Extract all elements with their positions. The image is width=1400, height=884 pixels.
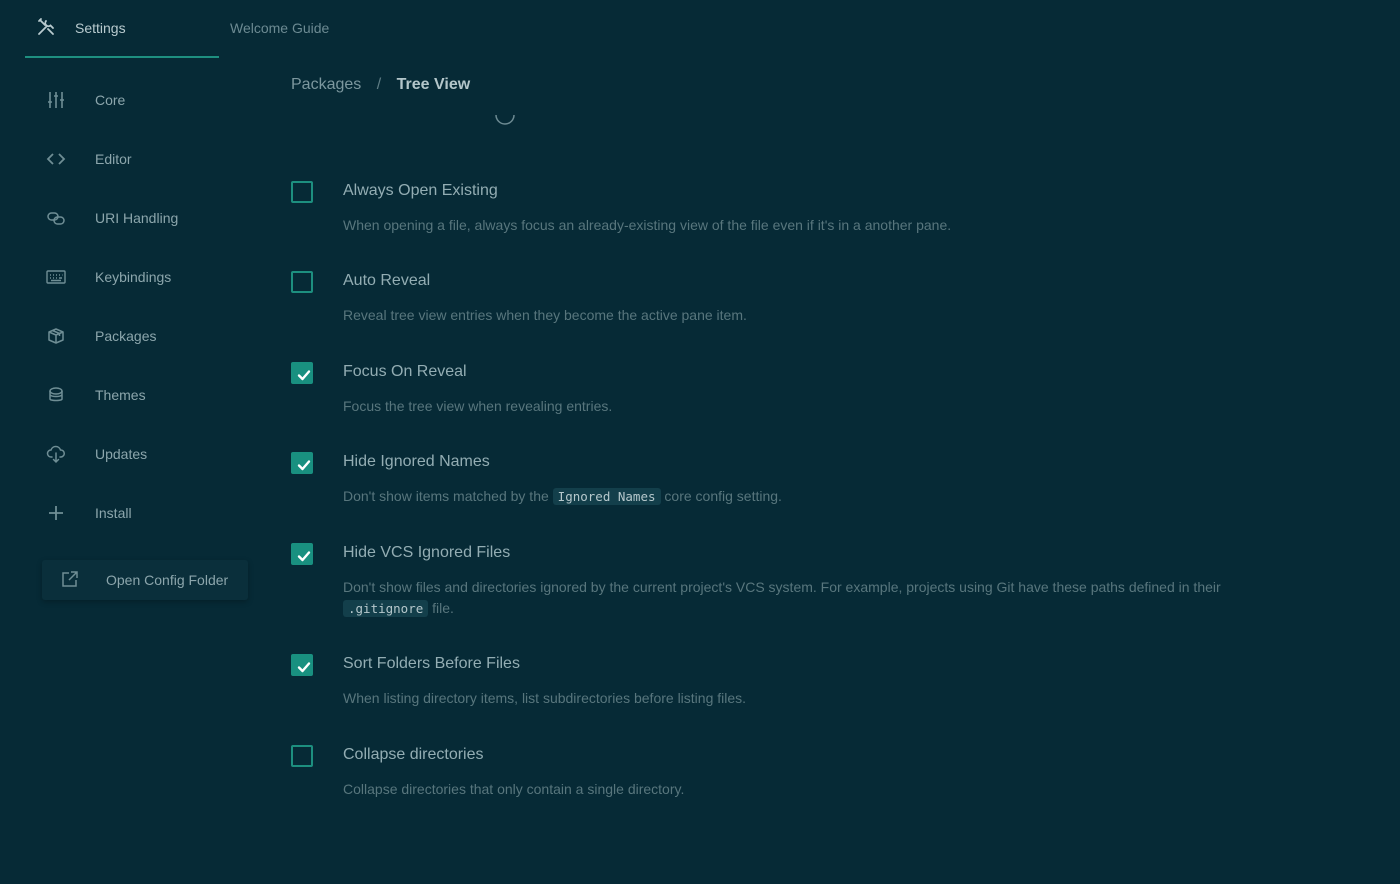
- checkmark-icon: [297, 551, 311, 562]
- checkbox-hide-ignored-names[interactable]: [291, 452, 313, 474]
- tab-settings-label: Settings: [75, 20, 126, 36]
- code-icon: [46, 149, 66, 169]
- tab-welcome-guide-label: Welcome Guide: [230, 20, 330, 36]
- setting-description: Reveal tree view entries when they becom…: [343, 307, 747, 323]
- setting-title: Sort Folders Before Files: [343, 655, 520, 672]
- checkbox-collapse-directories[interactable]: [291, 745, 313, 767]
- checkbox-always-open-existing[interactable]: [291, 181, 313, 203]
- setting-title: Hide VCS Ignored Files: [343, 544, 511, 561]
- inline-code: Ignored Names: [552, 488, 661, 505]
- setting-description: When listing directory items, list subdi…: [343, 690, 747, 706]
- setting-description: Don't show files and directories ignored…: [343, 577, 1263, 619]
- breadcrumb-current: Tree View: [396, 76, 471, 93]
- setting-title: Hide Ignored Names: [343, 453, 490, 470]
- external-link-icon: [60, 569, 80, 589]
- sliders-icon: [46, 90, 66, 110]
- sidebar-item-label: Updates: [95, 446, 148, 462]
- description-text: core config setting.: [660, 488, 782, 504]
- sidebar-item-label: Packages: [95, 328, 157, 344]
- keyboard-icon: [46, 267, 66, 287]
- setting-description: Focus the tree view when revealing entri…: [343, 398, 613, 414]
- open-config-folder-label: Open Config Folder: [106, 572, 229, 588]
- checkbox-sort-folders-before-files[interactable]: [291, 654, 313, 676]
- sidebar-item-themes[interactable]: Themes: [40, 375, 240, 415]
- tools-icon: [36, 17, 56, 37]
- breadcrumb: Packages / Tree View: [291, 76, 470, 98]
- tab-settings[interactable]: Settings: [25, 0, 219, 58]
- paintcan-icon: [46, 385, 66, 405]
- tab-welcome-guide[interactable]: Welcome Guide: [230, 0, 370, 58]
- sidebar-item-core[interactable]: Core: [40, 80, 240, 120]
- setting-title: Focus On Reveal: [343, 363, 467, 380]
- setting-description: Don't show items matched by the Ignored …: [343, 486, 1263, 507]
- sidebar-item-label: Editor: [95, 151, 132, 167]
- sidebar-item-label: URI Handling: [95, 210, 179, 226]
- tab-bar: Settings Welcome Guide: [0, 0, 1400, 58]
- package-icon: [46, 326, 66, 346]
- sidebar-item-label: Install: [95, 505, 132, 521]
- sidebar-item-editor[interactable]: Editor: [40, 139, 240, 179]
- checkmark-icon: [297, 460, 311, 471]
- sidebar-item-packages[interactable]: Packages: [40, 316, 240, 356]
- checkmark-icon: [297, 370, 311, 381]
- sidebar-item-uri-handling[interactable]: URI Handling: [40, 198, 240, 238]
- cloud-download-icon: [46, 444, 66, 464]
- setting-title: Always Open Existing: [343, 182, 498, 199]
- setting-title: Auto Reveal: [343, 272, 431, 289]
- loading-spinner-icon: [494, 104, 516, 126]
- sidebar-item-keybindings[interactable]: Keybindings: [40, 257, 240, 297]
- inline-code: .gitignore: [343, 600, 429, 617]
- setting-title: Collapse directories: [343, 746, 484, 763]
- description-text: Don't show files and directories ignored…: [343, 579, 1221, 595]
- sidebar-item-label: Core: [95, 92, 126, 108]
- setting-description: When opening a file, always focus an alr…: [343, 217, 952, 233]
- description-text: file.: [428, 600, 454, 616]
- description-text: Don't show items matched by the: [343, 488, 553, 504]
- checkbox-auto-reveal[interactable]: [291, 271, 313, 293]
- sidebar-item-label: Keybindings: [95, 269, 172, 285]
- checkbox-hide-vcs-ignored-files[interactable]: [291, 543, 313, 565]
- sidebar-item-install[interactable]: Install: [40, 493, 240, 533]
- setting-description: Collapse directories that only contain a…: [343, 781, 685, 797]
- checkbox-focus-on-reveal[interactable]: [291, 362, 313, 384]
- breadcrumb-separator: /: [376, 76, 382, 93]
- link-icon: [46, 208, 66, 228]
- sidebar-item-updates[interactable]: Updates: [40, 434, 240, 474]
- settings-sidebar: Core Editor URI Handling Keybindings Pac…: [0, 58, 260, 884]
- sidebar-item-label: Themes: [95, 387, 146, 403]
- breadcrumb-packages-link[interactable]: Packages: [291, 76, 361, 93]
- checkmark-icon: [297, 662, 311, 673]
- plus-icon: [46, 503, 66, 523]
- open-config-folder-button[interactable]: Open Config Folder: [42, 560, 248, 600]
